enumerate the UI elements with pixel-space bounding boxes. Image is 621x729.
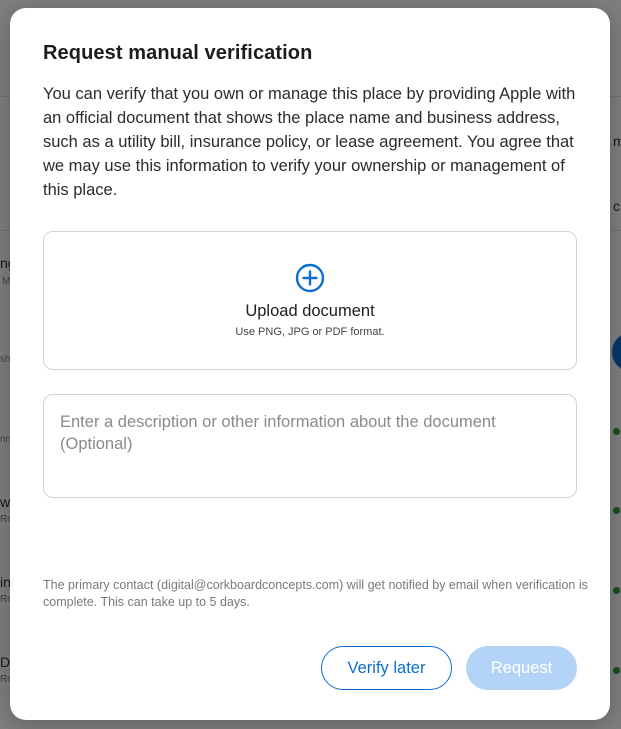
upload-document-dropzone[interactable]: Upload document Use PNG, JPG or PDF form… bbox=[43, 231, 577, 370]
dialog-title: Request manual verification bbox=[43, 42, 313, 64]
dialog-description: You can verify that you own or manage th… bbox=[43, 85, 576, 199]
request-button[interactable]: Request bbox=[466, 646, 577, 690]
manual-verification-dialog: Request manual verification You can veri… bbox=[10, 8, 610, 720]
upload-format-hint: Use PNG, JPG or PDF format. bbox=[235, 326, 385, 338]
notification-notice: The primary contact (digital@corkboardco… bbox=[43, 578, 588, 609]
upload-title: Upload document bbox=[245, 302, 375, 320]
plus-circle-icon bbox=[295, 263, 325, 293]
document-description-input[interactable] bbox=[43, 394, 577, 498]
verify-later-button[interactable]: Verify later bbox=[321, 646, 452, 690]
